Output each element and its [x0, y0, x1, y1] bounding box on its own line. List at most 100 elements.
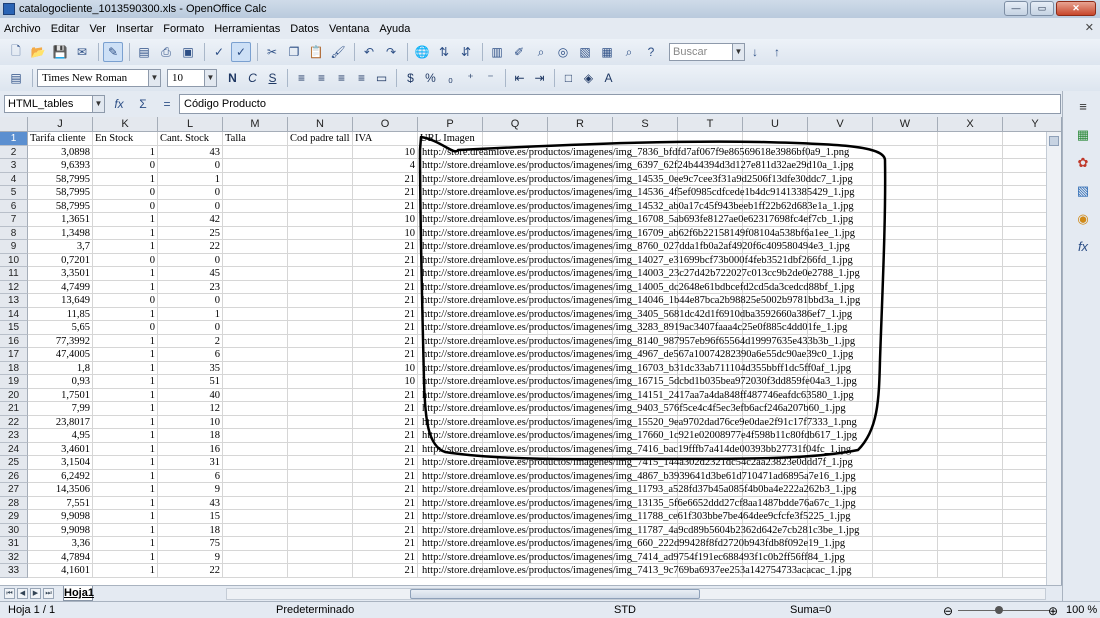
cell-cant-stock[interactable]: 9 — [158, 550, 223, 564]
empty-cell[interactable] — [873, 226, 938, 240]
cell-cod-padre[interactable] — [288, 375, 353, 389]
cell-cod-padre[interactable] — [288, 267, 353, 281]
zoom-slider-knob[interactable] — [995, 606, 1003, 614]
empty-cell[interactable] — [938, 402, 1003, 416]
row-header[interactable]: 11 — [0, 267, 28, 281]
empty-cell[interactable] — [873, 145, 938, 159]
menu-formato[interactable]: Formato — [163, 23, 204, 35]
cell-en-stock[interactable]: 0 — [93, 186, 158, 200]
cell-cant-stock[interactable]: 43 — [158, 145, 223, 159]
cell-en-stock[interactable]: 1 — [93, 307, 158, 321]
empty-cell[interactable] — [938, 550, 1003, 564]
cell-talla[interactable] — [223, 361, 288, 375]
cell-tarifa[interactable]: 13,649 — [28, 294, 93, 308]
cell-tarifa[interactable]: 1,8 — [28, 361, 93, 375]
close-document-button[interactable]: ✕ — [1085, 21, 1094, 34]
cell-iva[interactable]: 10 — [353, 213, 418, 227]
cell-en-stock[interactable]: 1 — [93, 226, 158, 240]
menu-archivo[interactable]: Archivo — [4, 23, 41, 35]
decrease-indent-icon[interactable]: ⇤ — [510, 68, 529, 88]
row-header[interactable]: 19 — [0, 375, 28, 389]
selection-mode[interactable]: STD — [614, 604, 636, 616]
copy-icon[interactable]: ❐ — [284, 42, 304, 62]
cell-cant-stock[interactable]: 15 — [158, 510, 223, 524]
cell-talla[interactable] — [223, 537, 288, 551]
cell-cant-stock[interactable]: 10 — [158, 415, 223, 429]
borders-icon[interactable]: □ — [559, 68, 578, 88]
empty-cell[interactable] — [938, 186, 1003, 200]
empty-cell[interactable] — [938, 213, 1003, 227]
zoom-slider[interactable] — [958, 610, 1050, 611]
cell-cant-stock[interactable]: 42 — [158, 213, 223, 227]
add-decimal-icon[interactable]: ⁺ — [461, 68, 480, 88]
empty-cell[interactable] — [938, 334, 1003, 348]
cell-tarifa[interactable]: 9,6393 — [28, 159, 93, 173]
cell-tarifa[interactable]: 7,99 — [28, 402, 93, 416]
cell-tarifa[interactable]: 77,3992 — [28, 334, 93, 348]
empty-cell[interactable] — [938, 442, 1003, 456]
empty-cell[interactable] — [873, 510, 938, 524]
empty-cell[interactable] — [808, 132, 873, 146]
empty-cell[interactable] — [873, 429, 938, 443]
function-button[interactable]: = — [157, 97, 177, 111]
datasources-icon[interactable]: ▦ — [597, 42, 617, 62]
empty-cell[interactable] — [873, 402, 938, 416]
new-document-icon[interactable]: 🗋 — [6, 42, 26, 62]
cell-cant-stock[interactable]: 25 — [158, 226, 223, 240]
empty-cell[interactable] — [938, 132, 1003, 146]
row-header[interactable]: 20 — [0, 388, 28, 402]
cell-tarifa[interactable]: 3,0898 — [28, 145, 93, 159]
row-header[interactable]: 7 — [0, 213, 28, 227]
cell-en-stock[interactable]: 1 — [93, 388, 158, 402]
empty-cell[interactable] — [938, 537, 1003, 551]
sum-button[interactable]: Σ — [133, 97, 153, 111]
gallery-sidebar-icon[interactable]: ▧ — [1075, 183, 1091, 199]
cell-en-stock[interactable]: 1 — [93, 348, 158, 362]
find-replace-icon[interactable]: ⌕ — [531, 42, 551, 62]
row-header[interactable]: 12 — [0, 280, 28, 294]
cell-iva[interactable]: 21 — [353, 253, 418, 267]
cell-cant-stock[interactable]: 12 — [158, 402, 223, 416]
cell-cod-padre[interactable] — [288, 145, 353, 159]
empty-cell[interactable] — [938, 307, 1003, 321]
row-header[interactable]: 33 — [0, 564, 28, 578]
cell-talla[interactable] — [223, 456, 288, 470]
styles-icon[interactable]: ▤ — [6, 68, 26, 88]
cell-tarifa[interactable]: 0,7201 — [28, 253, 93, 267]
sheet-tab-hoja1[interactable]: Hoja1 — [63, 586, 94, 601]
row-header[interactable]: 6 — [0, 199, 28, 213]
cut-icon[interactable]: ✂ — [262, 42, 282, 62]
cell-tarifa[interactable]: 23,8017 — [28, 415, 93, 429]
empty-cell[interactable] — [873, 348, 938, 362]
empty-cell[interactable] — [873, 294, 938, 308]
empty-cell[interactable] — [938, 267, 1003, 281]
empty-cell[interactable] — [548, 132, 613, 146]
empty-cell[interactable] — [938, 199, 1003, 213]
cell-cant-stock[interactable]: 23 — [158, 280, 223, 294]
cell-cant-stock[interactable]: 9 — [158, 483, 223, 497]
cell-iva[interactable]: 21 — [353, 564, 418, 578]
column-header-v[interactable]: V — [808, 117, 873, 132]
cell-talla[interactable] — [223, 483, 288, 497]
cell-en-stock[interactable]: 1 — [93, 334, 158, 348]
empty-cell[interactable] — [873, 307, 938, 321]
cell-talla[interactable] — [223, 442, 288, 456]
previous-sheet-icon[interactable]: ◀ — [17, 588, 28, 599]
cell-en-stock[interactable]: 1 — [93, 415, 158, 429]
cell-cant-stock[interactable]: 1 — [158, 172, 223, 186]
underline-button[interactable]: S — [263, 68, 282, 88]
empty-cell[interactable] — [873, 523, 938, 537]
row-header[interactable]: 30 — [0, 523, 28, 537]
open-folder-icon[interactable]: 📂 — [28, 42, 48, 62]
cell-tarifa[interactable]: 47,4005 — [28, 348, 93, 362]
cell-en-stock[interactable]: 0 — [93, 159, 158, 173]
edit-file-icon[interactable]: ✎ — [103, 42, 123, 62]
row-header[interactable]: 5 — [0, 186, 28, 200]
cell-iva[interactable]: 10 — [353, 361, 418, 375]
empty-cell[interactable] — [873, 267, 938, 281]
autospellcheck-icon[interactable]: ✓ — [231, 42, 251, 62]
cell-tarifa[interactable]: 0,93 — [28, 375, 93, 389]
column-header-u[interactable]: U — [743, 117, 808, 132]
cell-cant-stock[interactable]: 0 — [158, 253, 223, 267]
spreadsheet-grid[interactable]: J K L M N O P Q R S T U V W X Y 1 Tarifa cliente En Stock C… — [0, 117, 1062, 585]
